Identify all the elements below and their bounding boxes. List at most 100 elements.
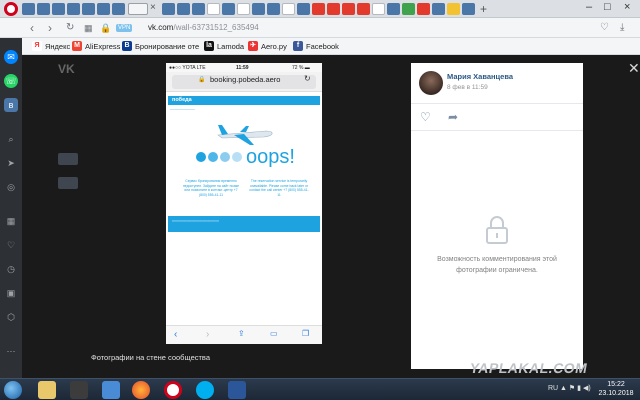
maximize-button[interactable]: □ (604, 1, 611, 13)
tab[interactable] (82, 3, 95, 15)
tab[interactable] (432, 3, 445, 15)
minimize-button[interactable]: – (586, 1, 592, 13)
author-name[interactable]: Мария Хаванцева (447, 72, 513, 81)
messenger-icon[interactable]: ✉ (4, 50, 18, 64)
tab[interactable] (192, 3, 205, 15)
watermark: YAPLAKAL.COM (468, 360, 589, 376)
more-icon[interactable]: ⋯ (4, 344, 18, 358)
bookmark-booking[interactable]: B Бронирование оте (122, 41, 199, 51)
download-icon[interactable]: ⤓ (620, 22, 624, 33)
tab[interactable] (37, 3, 50, 15)
vk-messenger-icon[interactable]: в (4, 98, 18, 112)
tab[interactable] (297, 3, 310, 15)
divider (411, 130, 583, 131)
clock-date: 23.10.2018 (598, 390, 634, 397)
search-icon[interactable]: ⌕ (4, 132, 18, 146)
bookmark-facebook[interactable]: f Facebook (293, 41, 339, 51)
safari-reload-icon: ↻ (304, 74, 311, 83)
secure-lock-icon: 🔒 (100, 23, 112, 33)
tab[interactable] (342, 3, 355, 15)
bookmark-aliexpress[interactable]: M AliExpress (72, 41, 120, 51)
tab[interactable] (312, 3, 325, 15)
app-icon[interactable] (102, 381, 120, 399)
bookmark-heart-icon[interactable]: ♡ (600, 22, 609, 33)
bookmark-lamoda[interactable]: la Lamoda (204, 41, 244, 51)
photo-screenshot[interactable]: ●●○○ YOTA LTE 11:59 72 % ▬ 🔒 booking.pob… (166, 63, 322, 344)
opera-icon[interactable] (164, 381, 182, 399)
tab[interactable] (162, 3, 175, 15)
vpn-badge[interactable]: VPN (116, 24, 133, 32)
explorer-icon[interactable] (38, 381, 56, 399)
camera-icon[interactable]: ◎ (4, 180, 18, 194)
share-icon[interactable]: ➦ (448, 110, 458, 124)
vk-background-element (58, 177, 78, 189)
speed-dial-icon[interactable]: ▦ (84, 21, 93, 35)
tab[interactable] (97, 3, 110, 15)
tab-strip: × + – □ × (0, 0, 640, 18)
tab[interactable] (447, 3, 460, 15)
bookmark-label: AliExpress (85, 41, 121, 51)
forward-icon: › (206, 329, 210, 340)
photo-caption[interactable]: Фотографии на стене сообщества (91, 353, 210, 362)
back-icon: ‹ (174, 329, 178, 340)
tab[interactable] (417, 3, 430, 15)
tab[interactable] (402, 3, 415, 15)
oops-text: oops! (246, 146, 295, 168)
reload-icon[interactable]: ↻ (66, 21, 74, 35)
tab[interactable] (252, 3, 265, 15)
opera-sidebar: ✉ ☏ в ⌕ ➤ ◎ ▦ ♡ ◷ ▣ ⬡ ⋯ (0, 38, 22, 378)
whatsapp-icon[interactable]: ☏ (4, 74, 18, 88)
tab[interactable] (327, 3, 340, 15)
tab[interactable] (372, 3, 385, 15)
tab[interactable] (207, 3, 220, 15)
avatar[interactable] (419, 71, 443, 95)
tab[interactable] (237, 3, 250, 15)
tab[interactable] (112, 3, 125, 15)
forward-icon[interactable]: › (48, 21, 52, 35)
post-date[interactable]: 8 фев в 11:59 (447, 84, 488, 91)
skype-icon[interactable] (196, 381, 214, 399)
system-tray[interactable]: RU ▲ ⚑ ▮ ◀) (548, 384, 591, 392)
pobeda-logo: победа (172, 97, 192, 103)
oops-dot (196, 152, 206, 162)
bookmark-label: Яндекс (45, 41, 71, 51)
windows-taskbar: RU ▲ ⚑ ▮ ◀) 15:22 23.10.2018 (0, 378, 640, 400)
back-icon[interactable]: ‹ (30, 21, 34, 35)
heart-icon[interactable]: ♡ (4, 238, 18, 252)
clock[interactable]: 15:22 23.10.2018 (596, 380, 636, 398)
tab[interactable] (177, 3, 190, 15)
speed-dial-icon[interactable]: ▦ (4, 214, 18, 228)
tab[interactable] (22, 3, 35, 15)
close-viewer-icon[interactable]: ✕ (628, 60, 640, 77)
extensions-icon[interactable]: ⬡ (4, 310, 18, 324)
booking-icon: B (122, 41, 132, 51)
firefox-icon[interactable] (132, 381, 150, 399)
close-window-button[interactable]: × (624, 1, 630, 13)
bookmark-label: Aero.py (261, 41, 287, 51)
tab[interactable] (222, 3, 235, 15)
close-tab-icon[interactable]: × (150, 2, 156, 13)
tab[interactable] (357, 3, 370, 15)
tab-active[interactable] (128, 3, 148, 15)
clock-time: 15:22 (607, 381, 625, 388)
tab[interactable] (462, 3, 475, 15)
bookmark-aero[interactable]: ✈ Aero.py (248, 41, 287, 51)
tab[interactable] (267, 3, 280, 15)
media-player-icon[interactable] (70, 381, 88, 399)
tab[interactable] (67, 3, 80, 15)
send-icon[interactable]: ➤ (4, 156, 18, 170)
tab[interactable] (282, 3, 295, 15)
facebook-icon: f (293, 41, 303, 51)
tab[interactable] (387, 3, 400, 15)
url-field[interactable]: vk.com/wall-63731512_635494 (148, 23, 259, 32)
news-icon[interactable]: ▣ (4, 286, 18, 300)
like-icon[interactable]: ♡ (420, 110, 431, 124)
word-icon[interactable] (228, 381, 246, 399)
start-button[interactable] (4, 381, 22, 399)
tab[interactable] (52, 3, 65, 15)
phone-time: 11:59 (236, 65, 249, 71)
bookmark-yandex[interactable]: Я Яндекс (32, 41, 70, 51)
opera-menu-icon[interactable] (4, 2, 18, 16)
history-icon[interactable]: ◷ (4, 262, 18, 276)
new-tab-button[interactable]: + (480, 2, 487, 16)
